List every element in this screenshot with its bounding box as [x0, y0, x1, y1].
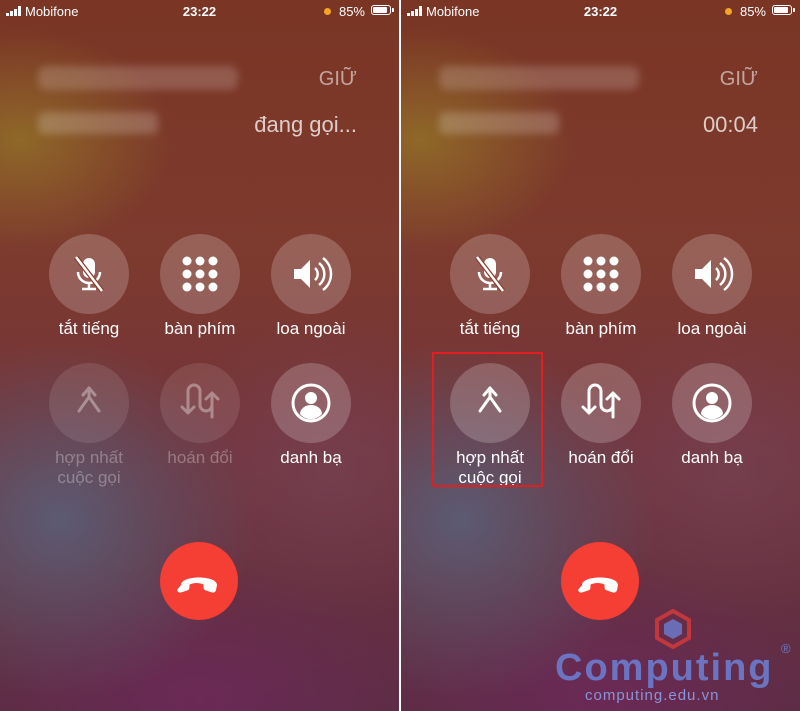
- hold-label: GIỮ: [719, 68, 758, 90]
- swap-button: hoán đổi: [145, 363, 255, 468]
- keypad-label: bàn phím: [164, 319, 236, 338]
- swap-label: hoán đổi: [568, 448, 634, 467]
- swap-button[interactable]: hoán đổi: [546, 363, 656, 468]
- contacts-button[interactable]: danh bạ: [256, 363, 366, 468]
- orange-dot-indicator: [725, 8, 732, 15]
- contact-icon: [291, 383, 331, 423]
- swap-label: hoán đổi: [167, 448, 233, 467]
- speaker-icon: [292, 256, 333, 292]
- speaker-button[interactable]: loa ngoài: [657, 234, 767, 339]
- computing-logo-icon: [655, 609, 691, 649]
- watermark-brand: Computing: [555, 647, 774, 689]
- battery-icon: [371, 5, 394, 15]
- merge-icon: [77, 386, 101, 413]
- end-call-icon: [177, 577, 217, 593]
- swap-icon: [180, 383, 220, 419]
- speaker-button[interactable]: loa ngoài: [256, 234, 366, 339]
- call-screen-left: Mobifone 23:22 85% GIỮ đang gọi... tắt t…: [0, 0, 399, 711]
- end-call-button[interactable]: [160, 542, 238, 620]
- merge-calls-button: hợp nhất cuộc gọi: [34, 363, 144, 488]
- mute-icon: [468, 252, 512, 296]
- battery-percent: 85%: [338, 4, 365, 19]
- orange-dot-indicator: [324, 8, 331, 15]
- speaker-label: loa ngoài: [276, 319, 346, 338]
- swap-icon: [581, 383, 621, 419]
- keypad-icon: [583, 256, 619, 292]
- call-duration: 00:04: [702, 112, 758, 137]
- watermark-registered: ®: [781, 641, 791, 656]
- keypad-button[interactable]: bàn phím: [546, 234, 656, 339]
- blurred-caller-number: [38, 112, 158, 134]
- merge-highlight-box: [432, 352, 543, 487]
- watermark-url: computing.edu.vn: [585, 687, 720, 704]
- blurred-caller-name: [439, 66, 639, 90]
- call-status: đang gọi...: [254, 112, 357, 137]
- blurred-caller-name: [38, 66, 238, 90]
- keypad-icon: [182, 256, 218, 292]
- contacts-button[interactable]: danh bạ: [657, 363, 767, 468]
- status-bar: Mobifone 23:22 85%: [401, 0, 800, 22]
- mute-label: tắt tiếng: [459, 319, 521, 338]
- contacts-label: danh bạ: [681, 448, 743, 467]
- contacts-label: danh bạ: [280, 448, 342, 467]
- mute-icon: [67, 252, 111, 296]
- mute-button[interactable]: tắt tiếng: [435, 234, 545, 339]
- speaker-label: loa ngoài: [677, 319, 747, 338]
- hold-label: GIỮ: [318, 68, 357, 90]
- status-bar: Mobifone 23:22 85%: [0, 0, 399, 22]
- battery-icon: [772, 5, 795, 15]
- merge-calls-label: hợp nhất cuộc gọi: [55, 448, 123, 487]
- mute-label: tắt tiếng: [58, 319, 120, 338]
- keypad-button[interactable]: bàn phím: [145, 234, 255, 339]
- battery-percent: 85%: [739, 4, 766, 19]
- contact-icon: [692, 383, 732, 423]
- blurred-caller-number: [439, 112, 559, 134]
- mute-button[interactable]: tắt tiếng: [34, 234, 144, 339]
- end-call-icon: [578, 577, 618, 593]
- keypad-label: bàn phím: [565, 319, 637, 338]
- speaker-icon: [693, 256, 734, 292]
- computing-watermark: Computing ® computing.edu.vn: [555, 605, 800, 711]
